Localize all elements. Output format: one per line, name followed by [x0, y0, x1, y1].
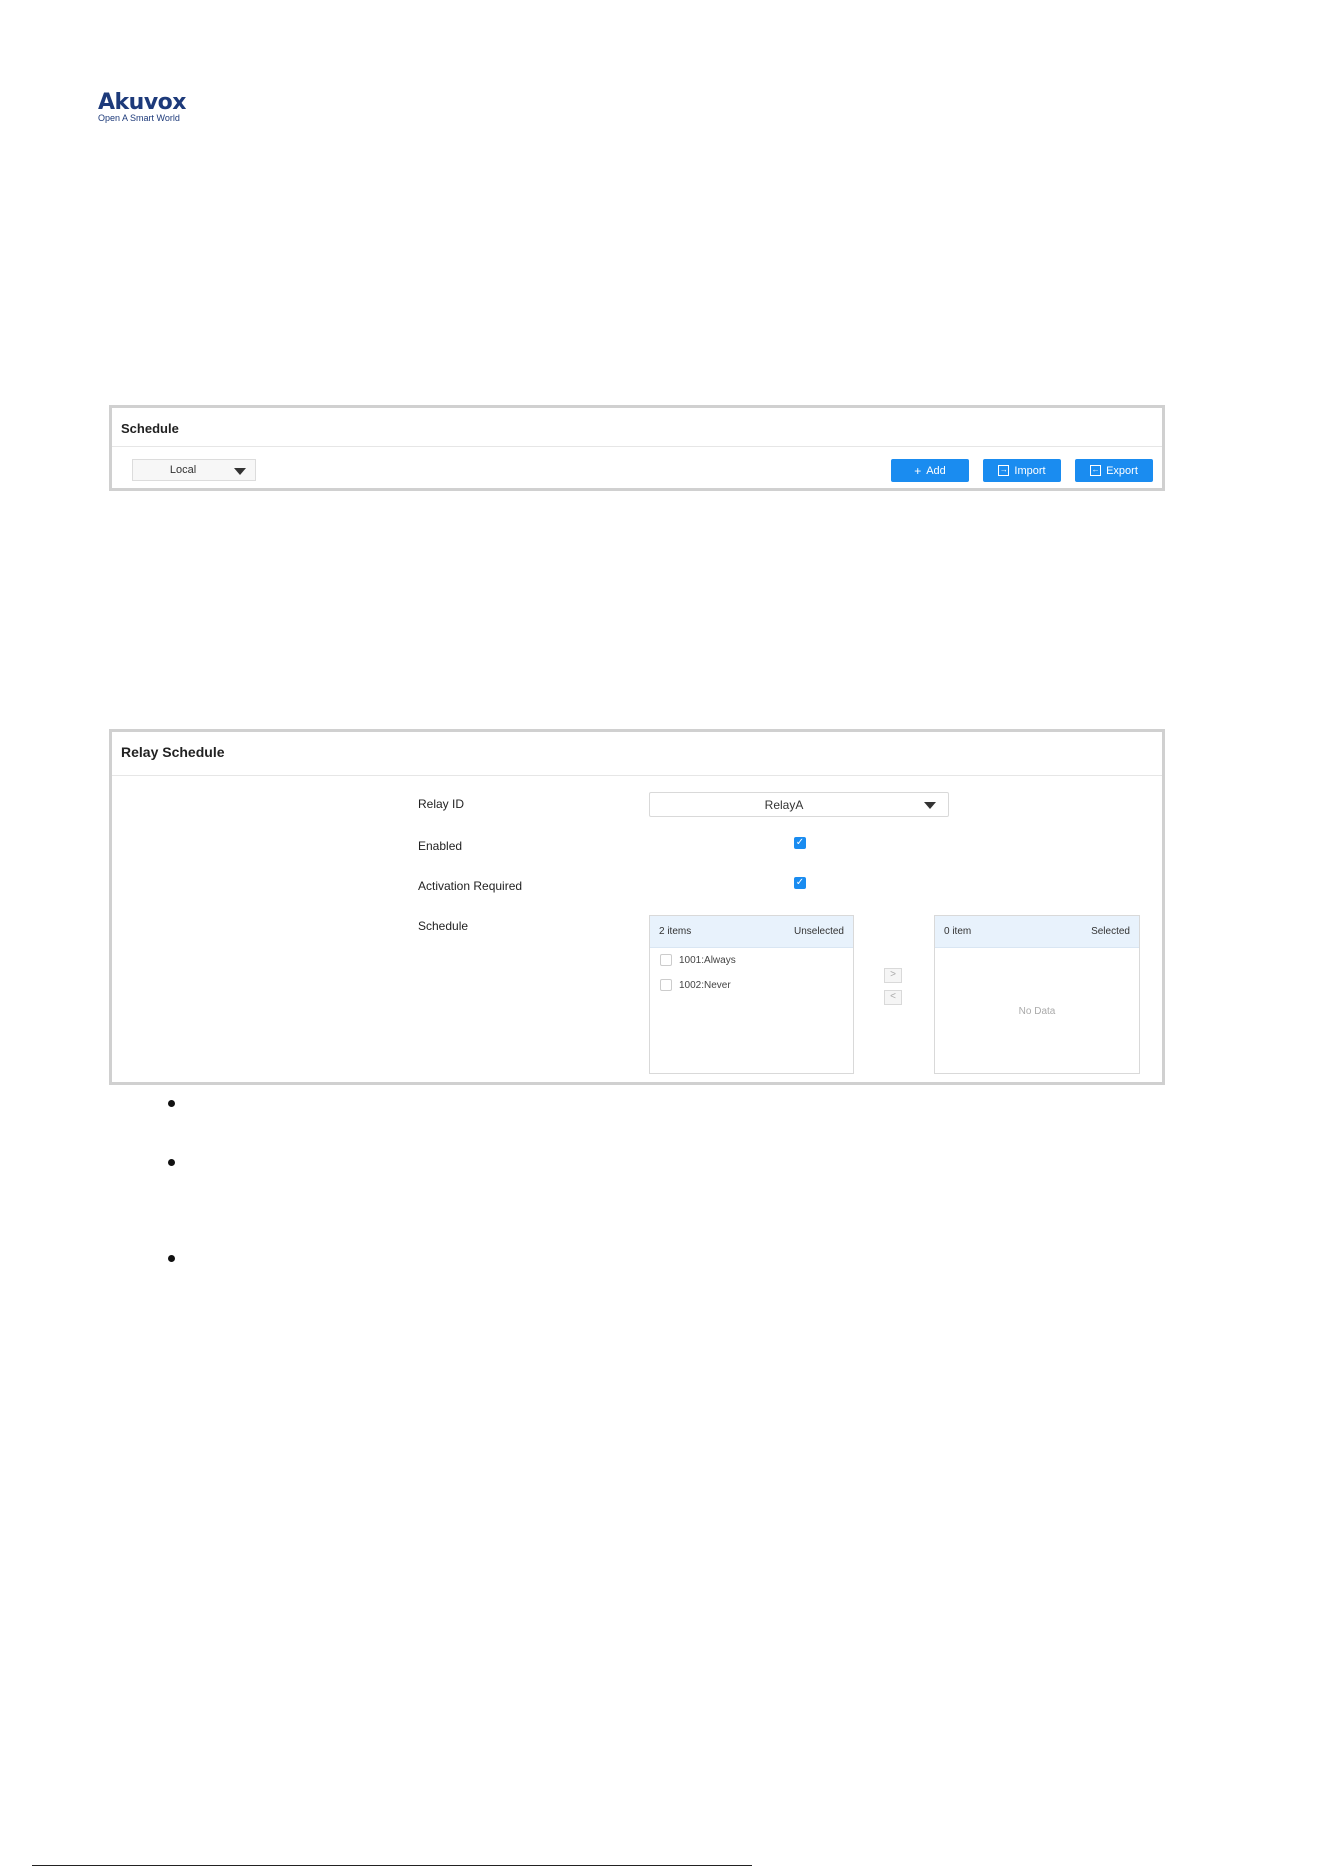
- brand-tagline: Open A Smart World: [98, 113, 180, 123]
- bullet-marker: [168, 1255, 175, 1262]
- import-icon: →: [998, 465, 1010, 476]
- export-button[interactable]: ← Export: [1075, 459, 1153, 482]
- relay-schedule-panel: Relay Schedule Relay ID RelayA Enabled ✓…: [109, 729, 1165, 1085]
- divider: [112, 446, 1162, 447]
- relay-schedule-title: Relay Schedule: [121, 744, 225, 760]
- schedule-source-value: Local: [169, 464, 197, 476]
- selected-title: Selected: [1091, 926, 1130, 937]
- item-checkbox[interactable]: [660, 954, 672, 966]
- list-item-label: 1002:Never: [679, 979, 731, 991]
- add-button-label: Add: [926, 464, 946, 477]
- brand-name: Akuvox: [98, 90, 186, 115]
- dropdown-caret-icon: [234, 468, 246, 475]
- activation-required-checkbox[interactable]: ✓: [794, 877, 806, 889]
- unselected-list: 2 items Unselected 1001:Always 1002:Neve…: [649, 915, 854, 1074]
- list-item-label: 1001:Always: [679, 954, 736, 966]
- unselected-count: 2 items: [659, 926, 692, 937]
- unselected-list-header: 2 items Unselected: [650, 916, 853, 948]
- move-right-button[interactable]: >: [884, 968, 902, 983]
- import-button-label: Import: [1014, 464, 1046, 477]
- selected-list-header: 0 item Selected: [935, 916, 1139, 948]
- enabled-checkbox[interactable]: ✓: [794, 837, 806, 849]
- checkmark-icon: ✓: [795, 837, 805, 848]
- checkmark-icon: ✓: [795, 877, 805, 888]
- dropdown-caret-icon: [924, 802, 936, 809]
- item-checkbox[interactable]: [660, 979, 672, 991]
- bullet-marker: [168, 1159, 175, 1166]
- export-icon: ←: [1090, 465, 1102, 476]
- plus-icon: +: [914, 463, 922, 478]
- selected-list: 0 item Selected No Data: [934, 915, 1140, 1074]
- relay-id-label: Relay ID: [418, 797, 465, 811]
- relay-id-select[interactable]: RelayA: [649, 792, 949, 817]
- export-button-label: Export: [1106, 464, 1138, 477]
- activation-required-label: Activation Required: [418, 879, 523, 893]
- bullet-marker: [168, 1100, 175, 1107]
- add-button[interactable]: + Add: [891, 459, 969, 482]
- move-left-button[interactable]: <: [884, 990, 902, 1005]
- selected-count: 0 item: [944, 926, 972, 937]
- chevron-left-icon: <: [890, 991, 896, 1002]
- schedule-panel: Schedule Local + Add → Import ← Export: [109, 405, 1165, 491]
- relay-id-value: RelayA: [764, 797, 804, 812]
- akuvox-logo: Akuvox Open A Smart World: [98, 90, 198, 123]
- schedule-label: Schedule: [418, 919, 469, 933]
- enabled-label: Enabled: [418, 839, 463, 853]
- empty-state: No Data: [1018, 1006, 1056, 1017]
- schedule-panel-title: Schedule: [121, 421, 179, 436]
- unselected-title: Unselected: [793, 926, 844, 937]
- footer-divider: [32, 1865, 752, 1866]
- chevron-right-icon: >: [890, 969, 896, 980]
- schedule-source-select[interactable]: Local: [132, 459, 256, 481]
- import-button[interactable]: → Import: [983, 459, 1061, 482]
- list-item[interactable]: 1002:Never: [660, 979, 731, 991]
- divider: [112, 775, 1162, 776]
- list-item[interactable]: 1001:Always: [660, 954, 736, 966]
